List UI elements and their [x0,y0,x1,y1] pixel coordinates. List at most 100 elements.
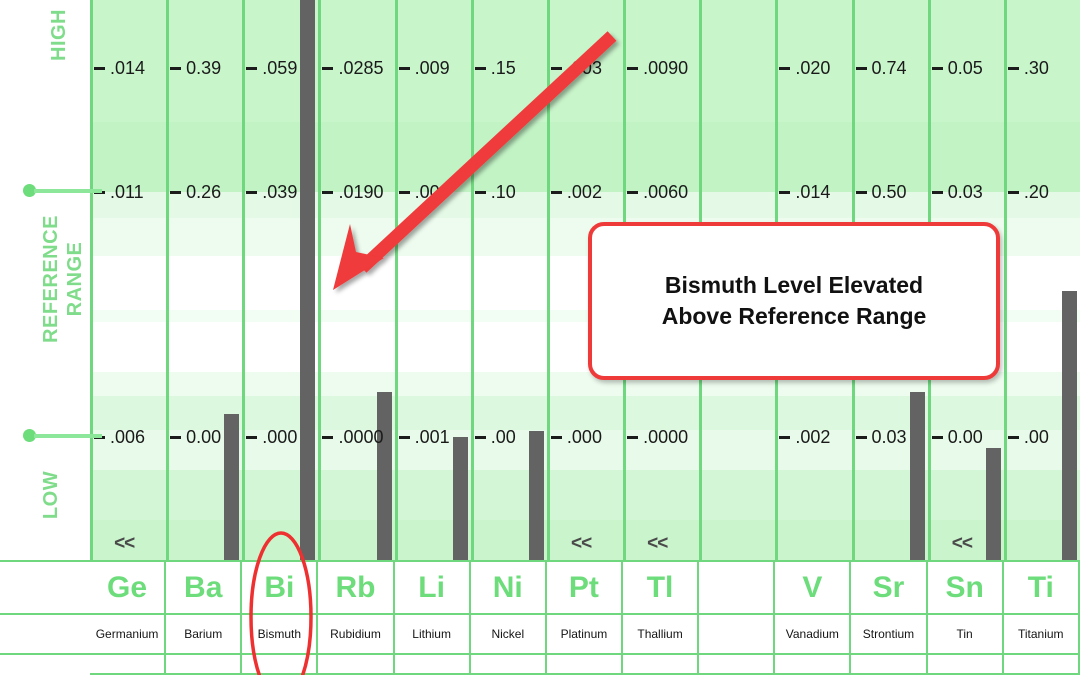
element-name-cell-Lithium[interactable]: Lithium [395,615,471,653]
tick-ref_upper: .10 [474,182,516,202]
tick-high: 0.74 [855,58,907,78]
element-blank-cell[interactable] [242,655,319,675]
tick-dash [398,435,410,439]
lab-result-chart: .014 .011 .006 0.39 0.26 0.00 .059 .039 .000 .028… [0,0,1080,675]
below-detection-marker: << [114,533,135,554]
element-symbol-cell-Ni[interactable]: Ni [471,562,547,613]
element-name-cell-empty[interactable] [699,615,776,653]
element-symbol-cell-Sr[interactable]: Sr [851,562,928,613]
tick-value: .039 [262,181,298,202]
tick-dash [931,66,943,70]
element-table: Ge Ba Bi Rb Li Ni Pt Tl V Sr Sn Ti Germanium Barium B… [0,560,1080,675]
tick-dash [855,66,867,70]
element-name-cell-Platinum[interactable]: Platinum [547,615,623,653]
tick-ref_upper: 0.50 [855,181,907,202]
result-bar [224,414,239,560]
element-symbol-cell-V[interactable]: V [775,562,852,613]
element-symbol-cell-empty[interactable] [699,562,776,613]
element-name-cell-Strontium[interactable]: Strontium [851,615,928,653]
tick-value: .002 [566,181,602,202]
tick-dash [550,66,562,70]
tick-dash [1007,435,1019,439]
element-name-cell-Tin[interactable]: Tin [928,615,1004,653]
element-symbol-cell-Tl[interactable]: Tl [623,562,700,613]
tick-dash [474,190,486,194]
axis-label-reference-line1: REFERENCE [40,215,62,343]
tick-ref_lower: .001 [398,427,450,447]
column-gridline [471,0,474,570]
tick-dash [474,66,486,70]
element-symbol-cell-Pt[interactable]: Pt [547,562,623,613]
tick-value: .15 [490,57,516,78]
tick-high: .15 [474,57,516,78]
column-gridline [242,0,245,570]
tick-high: .009 [398,58,450,78]
element-blank-cell[interactable] [699,655,776,675]
tick-high: .020 [779,58,830,78]
element-blank-cell[interactable] [775,655,852,675]
element-blank-cell[interactable] [622,655,700,675]
element-symbol-cell-Ti[interactable]: Ti [1004,562,1080,613]
element-name-cell-Thallium[interactable]: Thallium [623,615,700,653]
tick-high: .30 [1007,57,1049,78]
element-blank-cell[interactable] [394,655,471,675]
element-blank-cell[interactable] [546,655,623,675]
tick-dash [931,190,943,194]
column-gridline [1004,0,1007,570]
element-name-cell-Rubidium[interactable]: Rubidium [318,615,395,653]
tick-ref_lower: 0.00 [170,427,221,447]
element-symbol-cell-Sn[interactable]: Sn [928,562,1004,613]
element-name-cell-Barium[interactable]: Barium [166,615,243,653]
tick-dash [474,435,486,439]
tick-value: 0.50 [871,181,907,202]
tick-value: .0060 [643,181,689,202]
element-name-cell-Nickel[interactable]: Nickel [471,615,547,653]
tick-value: .0190 [338,181,384,202]
tick-value: .000 [566,426,602,447]
element-symbol-cell-Ba[interactable]: Ba [166,562,243,613]
element-name-cell-Titanium[interactable]: Titanium [1004,615,1080,653]
element-symbol-cell-Ge[interactable]: Ge [90,562,167,613]
element-blank-cell[interactable] [318,655,395,675]
table-left-pad [0,655,90,675]
element-blank-cell[interactable] [851,655,928,675]
tick-value: .014 [110,57,146,78]
tick-dash [627,190,639,194]
tick-value: 0.03 [947,181,983,202]
element-blank-cell[interactable] [470,655,547,675]
tick-dash [779,190,791,194]
element-blank-cell[interactable] [927,655,1004,675]
element-symbol-row: Ge Ba Bi Rb Li Ni Pt Tl V Sr Sn Ti [0,560,1080,615]
tick-dash [779,435,791,439]
tick-ref_upper: .0190 [322,181,384,202]
tick-ref_lower: .0000 [627,427,688,447]
axis-label-reference-range: REFERENCE RANGE [39,194,87,364]
tick-value: .20 [1023,181,1049,202]
element-name-cell-Vanadium[interactable]: Vanadium [775,615,852,653]
result-bar [986,448,1001,560]
element-name-cell-Bismuth[interactable]: Bismuth [242,615,319,653]
table-left-pad [0,615,90,653]
element-symbol-cell-Bi[interactable]: Bi [242,562,319,613]
element-symbol-cell-Li[interactable]: Li [395,562,471,613]
element-blank-cell[interactable] [90,655,167,675]
tick-value: .30 [1023,57,1049,78]
tick-dash [627,66,639,70]
tick-value: .014 [795,181,831,202]
reference-lower-lead-line [34,433,102,438]
element-symbol-cell-Rb[interactable]: Rb [318,562,395,613]
tick-dash [855,190,867,194]
element-blank-cell[interactable] [1003,655,1080,675]
tick-dash [170,435,182,439]
reference-upper-marker [23,184,102,197]
tick-dash [94,66,105,70]
tick-dash [246,190,258,194]
element-name-cell-Germanium[interactable]: Germanium [90,615,167,653]
tick-value: .000 [262,426,298,447]
result-bar [529,431,544,560]
tick-value: .011 [110,181,144,202]
tick-ref_upper: .0060 [627,182,688,202]
tick-ref_upper: .006 [398,182,450,202]
tick-dash [931,435,943,439]
element-blank-cell[interactable] [166,655,243,675]
